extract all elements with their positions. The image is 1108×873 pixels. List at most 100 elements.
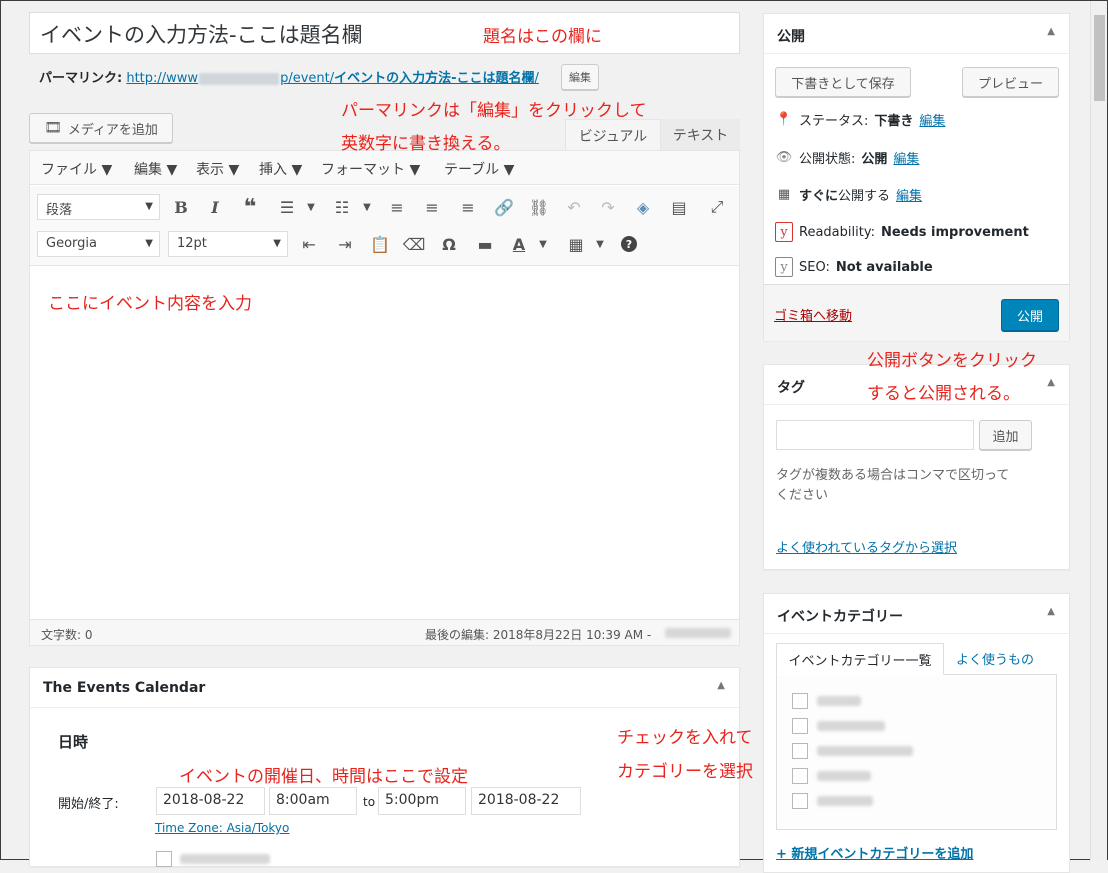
menu-edit[interactable]: 編集 ▼ bbox=[134, 159, 177, 179]
category-list bbox=[776, 674, 1057, 830]
end-date-input[interactable]: 2018-08-22 bbox=[471, 787, 581, 815]
post-title-input[interactable]: イベントの入力方法-ここは題名欄 bbox=[29, 12, 740, 54]
category-checkbox[interactable] bbox=[792, 743, 808, 759]
tags-help: タグが複数ある場合はコンマで区切って ください bbox=[776, 468, 1010, 503]
preview-button[interactable]: プレビュー bbox=[962, 67, 1059, 97]
tab-all-categories[interactable]: イベントカテゴリー一覧 bbox=[776, 643, 944, 675]
special-char-icon[interactable]: Ω bbox=[436, 231, 462, 257]
bullet-list-icon[interactable]: ☰ bbox=[274, 194, 300, 220]
bullet-list-dropdown-icon[interactable]: ▼ bbox=[298, 194, 324, 220]
align-right-icon[interactable]: ≡ bbox=[455, 194, 481, 220]
align-center-icon[interactable]: ≡ bbox=[419, 194, 445, 220]
start-end-label: 開始/終了: bbox=[58, 797, 119, 812]
page-scrollbar[interactable] bbox=[1090, 1, 1107, 861]
redo-icon[interactable]: ↷ bbox=[595, 194, 621, 220]
font-family-select[interactable]: Georgia ▼ bbox=[37, 231, 160, 257]
media-icon: 🎞 bbox=[44, 120, 62, 136]
table-icon[interactable]: ▦ bbox=[563, 231, 589, 257]
undo-icon[interactable]: ↶ bbox=[561, 194, 587, 220]
add-media-button[interactable]: 🎞 メディアを追加 bbox=[29, 113, 173, 143]
permalink-label: パーマリンク: bbox=[39, 71, 123, 86]
bold-icon[interactable]: B bbox=[168, 194, 194, 220]
publish-header[interactable]: 公開 ▲ bbox=[764, 14, 1069, 54]
event-categories-box: イベントカテゴリー ▲ イベントカテゴリー一覧 よく使うもの + 新規イベントカ… bbox=[763, 593, 1070, 873]
menu-file[interactable]: ファイル ▼ bbox=[41, 159, 112, 179]
category-checkbox[interactable] bbox=[792, 718, 808, 734]
annotation-permalink-2: 英数字に書き換える。 bbox=[341, 134, 511, 154]
tab-popular-categories[interactable]: よく使うもの bbox=[956, 649, 1034, 668]
eye-icon: 👁 bbox=[775, 150, 793, 165]
edit-permalink-button[interactable]: 編集 bbox=[561, 64, 599, 90]
blockquote-icon[interactable]: ❝ bbox=[237, 194, 263, 220]
permalink-link[interactable]: http://www p/event/イベントの入力方法-ここは題名欄/ bbox=[126, 71, 539, 86]
align-left-icon[interactable]: ≡ bbox=[384, 194, 410, 220]
visibility-row: 👁 公開状態: 公開 編集 bbox=[775, 148, 920, 167]
yoast-seo-icon: y bbox=[775, 257, 793, 277]
blurred-category-label bbox=[817, 746, 913, 756]
tab-visual[interactable]: ビジュアル bbox=[565, 119, 661, 151]
add-tag-button[interactable]: 追加 bbox=[979, 420, 1032, 450]
save-draft-button[interactable]: 下書きとして保存 bbox=[775, 67, 911, 97]
collapse-arrow-icon[interactable]: ▲ bbox=[1047, 26, 1055, 37]
timezone-link[interactable]: Time Zone: Asia/Tokyo bbox=[155, 821, 289, 835]
pin-icon: 📍 bbox=[775, 112, 793, 127]
tag-input[interactable] bbox=[776, 420, 974, 450]
add-new-category-link[interactable]: + 新規イベントカテゴリーを追加 bbox=[776, 843, 973, 862]
text-color-dropdown-icon[interactable]: ▼ bbox=[530, 231, 556, 257]
start-time-input[interactable]: 8:00am bbox=[269, 787, 357, 815]
menu-format[interactable]: フォーマット ▼ bbox=[321, 159, 420, 179]
last-edited: 最後の編集: 2018年8月22日 10:39 AM - bbox=[425, 628, 652, 642]
edit-schedule-link[interactable]: 編集 bbox=[896, 185, 922, 204]
end-time-input[interactable]: 5:00pm bbox=[378, 787, 466, 815]
menu-insert[interactable]: 挿入 ▼ bbox=[259, 159, 302, 179]
status-row: 📍 ステータス: 下書き 編集 bbox=[775, 110, 946, 129]
table-dropdown-icon[interactable]: ▼ bbox=[587, 231, 613, 257]
start-date-input[interactable]: 2018-08-22 bbox=[156, 787, 265, 815]
annotation-datetime: イベントの開催日、時間はここで設定 bbox=[179, 767, 468, 787]
tab-text[interactable]: テキスト bbox=[661, 119, 740, 151]
collapse-arrow-icon[interactable]: ▲ bbox=[1047, 606, 1055, 617]
all-day-checkbox[interactable] bbox=[156, 851, 172, 867]
blurred-all-day-label bbox=[180, 854, 270, 864]
numbered-list-icon[interactable]: ☷ bbox=[329, 194, 355, 220]
link-icon[interactable]: 🔗 bbox=[491, 194, 517, 220]
numbered-list-dropdown-icon[interactable]: ▼ bbox=[354, 194, 380, 220]
event-categories-header[interactable]: イベントカテゴリー ▲ bbox=[764, 594, 1069, 634]
indent-icon[interactable]: ⇥ bbox=[332, 231, 358, 257]
help-icon[interactable]: ? bbox=[616, 231, 642, 257]
edit-visibility-link[interactable]: 編集 bbox=[893, 148, 919, 167]
collapse-arrow-icon[interactable]: ▲ bbox=[717, 680, 725, 691]
menu-table[interactable]: テーブル ▼ bbox=[444, 159, 514, 179]
publish-button[interactable]: 公開 bbox=[1001, 299, 1059, 331]
category-checkbox[interactable] bbox=[792, 693, 808, 709]
category-checkbox[interactable] bbox=[792, 793, 808, 809]
clear-format-icon[interactable]: ⌫ bbox=[401, 231, 427, 257]
datetime-section-title: 日時 bbox=[58, 733, 89, 751]
italic-icon[interactable]: I bbox=[202, 194, 228, 220]
edit-status-link[interactable]: 編集 bbox=[919, 110, 945, 129]
fullscreen-icon[interactable]: ⤢ bbox=[704, 194, 730, 220]
editor-toolbar: 段落 ▼ B I ❝ ☰ ▼ ☷ ▼ ≡ ≡ ≡ 🔗 ⛓ ↶ ↷ ◈ ▤ ⤢ Ge… bbox=[30, 186, 739, 266]
collapse-arrow-icon[interactable]: ▲ bbox=[1047, 377, 1055, 388]
font-size-select[interactable]: 12pt ▼ bbox=[168, 231, 288, 257]
paste-text-icon[interactable]: 📋 bbox=[367, 231, 393, 257]
editor-content[interactable]: ここにイベント内容を入力 bbox=[48, 289, 252, 314]
annotation-category-1: チェックを入れて bbox=[617, 728, 753, 748]
category-checkbox[interactable] bbox=[792, 768, 808, 784]
format-select[interactable]: 段落 ▼ bbox=[37, 194, 160, 220]
scrollbar-thumb[interactable] bbox=[1094, 15, 1105, 101]
unlink-icon[interactable]: ⛓ bbox=[526, 194, 552, 220]
trash-link[interactable]: ゴミ箱へ移動 bbox=[774, 305, 852, 324]
content-editor: ファイル ▼ 編集 ▼ 表示 ▼ 挿入 ▼ フォーマット ▼ テーブル ▼ 段落… bbox=[29, 150, 740, 646]
layers-icon[interactable]: ◈ bbox=[630, 194, 656, 220]
horizontal-rule-icon[interactable]: ▬ bbox=[472, 231, 498, 257]
blurred-author bbox=[665, 628, 731, 638]
outdent-icon[interactable]: ⇤ bbox=[296, 231, 322, 257]
menu-view[interactable]: 表示 ▼ bbox=[196, 159, 239, 179]
events-calendar-header[interactable]: The Events Calendar ▲ bbox=[30, 668, 739, 708]
editor-statusbar: 文字数: 0 最後の編集: 2018年8月22日 10:39 AM - bbox=[30, 619, 739, 645]
toolbar-toggle-icon[interactable]: ▤ bbox=[666, 194, 692, 220]
text-color-icon[interactable]: A bbox=[506, 231, 532, 257]
choose-tags-link[interactable]: よく使われているタグから選択 bbox=[776, 537, 957, 556]
blurred-domain bbox=[199, 72, 280, 85]
